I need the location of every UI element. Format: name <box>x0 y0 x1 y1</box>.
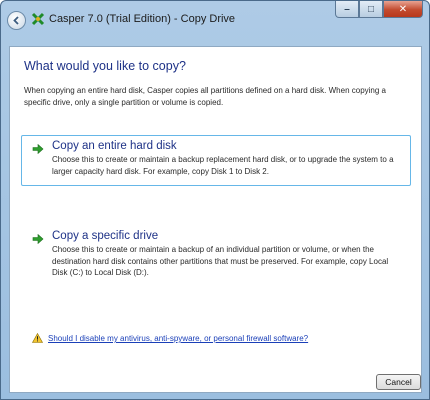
title-bar: Casper 7.0 (Trial Edition) - Copy Drive … <box>1 1 429 39</box>
warning-icon <box>32 333 43 343</box>
green-arrow-icon <box>32 234 44 244</box>
back-arrow-icon <box>13 16 19 25</box>
back-button[interactable] <box>7 11 26 30</box>
option-title: Copy an entire hard disk <box>52 140 177 152</box>
casper-app-icon <box>31 12 45 26</box>
antivirus-help-link[interactable]: Should I disable my antivirus, anti-spyw… <box>48 334 308 343</box>
option-title: Copy a specific drive <box>52 230 159 242</box>
page-heading: What would you like to copy? <box>24 59 186 73</box>
wizard-panel: What would you like to copy? When copyin… <box>9 46 422 393</box>
window-title: Casper 7.0 (Trial Edition) - Copy Drive <box>49 13 236 25</box>
intro-text: When copying an entire hard disk, Casper… <box>24 86 386 107</box>
close-button[interactable]: ✕ <box>383 1 423 18</box>
minimize-button[interactable]: – <box>335 1 359 18</box>
option-description: Choose this to create or maintain a back… <box>52 155 394 176</box>
maximize-button[interactable]: □ <box>359 1 383 18</box>
option-description: Choose this to create or maintain a back… <box>52 245 389 277</box>
option-copy-entire-disk[interactable]: Copy an entire hard disk Choose this to … <box>21 135 411 186</box>
option-copy-specific-drive[interactable]: Copy a specific drive Choose this to cre… <box>21 225 411 287</box>
app-window: Casper 7.0 (Trial Edition) - Copy Drive … <box>0 0 430 400</box>
window-controls: – □ ✕ <box>335 1 423 18</box>
cancel-button[interactable]: Cancel <box>376 374 421 390</box>
green-arrow-icon <box>32 144 44 154</box>
